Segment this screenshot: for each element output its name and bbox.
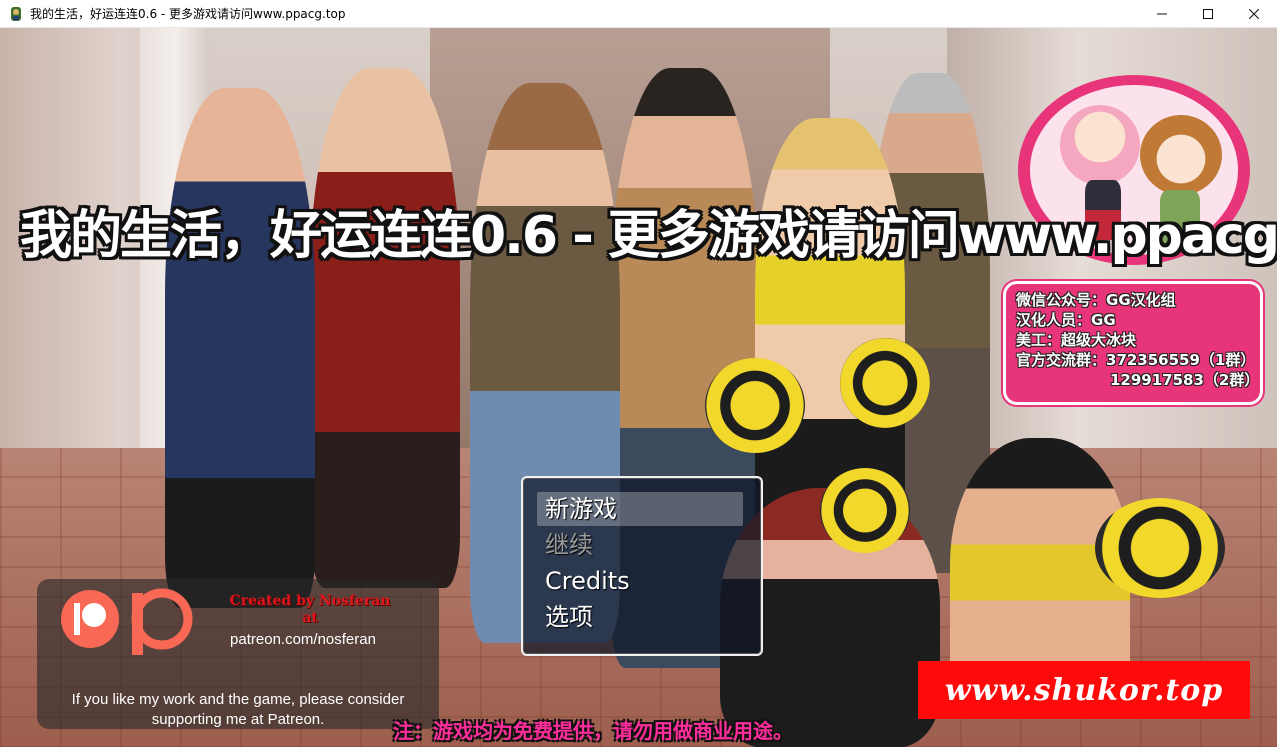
patreon-credit-line2: at	[302, 610, 318, 626]
pompom-image	[820, 468, 910, 553]
chibi-girl-head	[1060, 105, 1140, 185]
character-red-dress	[310, 68, 460, 588]
free-game-notice: 注：游戏均为免费提供，请勿用做商业用途。	[393, 719, 793, 743]
info-group-2: 129917583（2群）	[1110, 371, 1260, 389]
window-title: 我的生活，好运连连0.6 - 更多游戏请访问www.ppacg.top	[30, 7, 346, 21]
patreon-message-line1: If you like my work and the game, please…	[71, 691, 405, 708]
overlay-game-title: 我的生活，好运连连0.6 - 更多游戏请访问www.ppacg.top	[20, 206, 1277, 266]
patreon-message-line2: supporting me at Patreon.	[151, 711, 325, 728]
menu-item-options[interactable]: 选项	[537, 600, 743, 634]
game-app-icon	[8, 6, 24, 22]
title-menu: 新游戏 继续 Credits 选项	[521, 476, 763, 656]
close-button[interactable]	[1231, 0, 1277, 28]
character-police-officer	[165, 88, 315, 608]
close-icon	[1249, 9, 1259, 19]
pompom-image	[1095, 498, 1225, 598]
minimize-button[interactable]	[1139, 0, 1185, 28]
window-titlebar: 我的生活，好运连连0.6 - 更多游戏请访问www.ppacg.top	[0, 0, 1277, 28]
menu-item-credits[interactable]: Credits	[537, 564, 743, 598]
info-translator: 汉化人员：GG	[1016, 311, 1116, 329]
maximize-icon	[1203, 9, 1213, 19]
info-wechat: 微信公众号：GG汉化组	[1016, 291, 1176, 309]
menu-item-new-game[interactable]: 新游戏	[537, 492, 743, 526]
maximize-button[interactable]	[1185, 0, 1231, 28]
minimize-icon	[1157, 13, 1167, 15]
patreon-credit-line1: Created by Nosferan	[229, 593, 391, 609]
info-artist: 美工：超级大冰块	[1016, 331, 1137, 349]
chibi-boy-head	[1140, 115, 1222, 195]
patreon-icon	[61, 590, 119, 648]
game-canvas[interactable]: 我的生活，好运连连0.6 - 更多游戏请访问www.ppacg.top 微信公众…	[0, 28, 1277, 747]
info-group-1: 官方交流群：372356559（1群）	[1016, 351, 1256, 369]
site-watermark: www.shukor.top	[918, 661, 1250, 719]
patreon-banner: Created by Nosferan at patreon.com/nosfe…	[37, 579, 439, 729]
menu-item-continue[interactable]: 继续	[537, 528, 743, 562]
pompom-image	[705, 358, 805, 453]
patreon-url: patreon.com/nosferan	[230, 631, 376, 648]
patreon-message: If you like my work and the game, please…	[37, 690, 439, 730]
patreon-p-icon	[131, 588, 193, 655]
patreon-credit: Created by Nosferan at	[195, 593, 425, 627]
translation-info-box: 微信公众号：GG汉化组 汉化人员：GG 美工：超级大冰块 官方交流群：37235…	[1003, 281, 1263, 405]
window-controls	[1139, 0, 1277, 28]
pompom-image	[840, 338, 930, 428]
